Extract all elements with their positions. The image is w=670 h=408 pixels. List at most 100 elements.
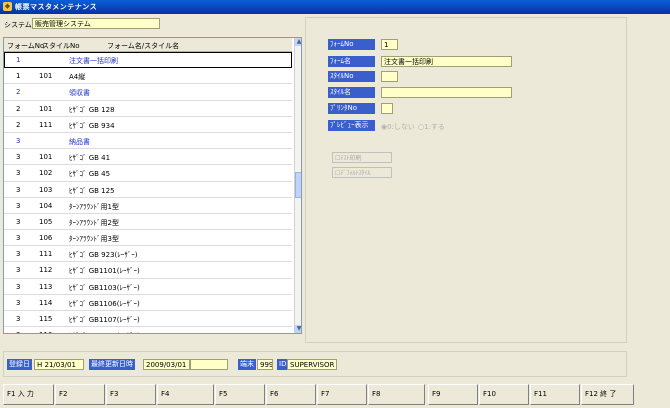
app-icon: ◆ bbox=[3, 2, 12, 11]
title-bar: ◆ 帳票マスタメンテナンス bbox=[0, 0, 670, 14]
fkey-9-button[interactable]: F9 bbox=[428, 384, 478, 405]
id-field: SUPERVISOR bbox=[287, 359, 337, 370]
main-window: ◆ 帳票マスタメンテナンス システム名 販売管理システム フォームNo スタイル… bbox=[0, 0, 670, 408]
style-no-cell: 111 bbox=[39, 120, 53, 129]
form-no-cell: 3 bbox=[16, 298, 21, 307]
col-style-no: スタイルNo bbox=[42, 42, 80, 50]
name-cell: ﾋｻﾞｺﾞ GB1101(ﾚｰｻﾞｰ) bbox=[69, 267, 140, 276]
style-no-cell: 116 bbox=[39, 331, 52, 333]
printer-no-label: ﾌﾟﾘﾝﾀNo bbox=[328, 103, 375, 114]
list-scrollbar[interactable]: ▲ ▼ bbox=[294, 38, 301, 333]
style-no-cell: 115 bbox=[39, 315, 53, 323]
form-no-cell: 2 bbox=[16, 88, 21, 97]
list-item[interactable]: 2 101 ﾋｻﾞｺﾞ GB 128 bbox=[4, 101, 292, 117]
test-print-checkbox[interactable]: ☐ﾃｽﾄ印刷 bbox=[332, 152, 392, 163]
fkey-4-button[interactable]: F4 bbox=[157, 384, 214, 405]
style-name-field[interactable] bbox=[381, 87, 512, 98]
style-no-cell: 101 bbox=[39, 153, 53, 162]
col-name: フォーム名/スタイル名 bbox=[107, 42, 180, 50]
form-name-field[interactable]: 注文書一括印刷 bbox=[381, 56, 512, 67]
fkey-7-button[interactable]: F7 bbox=[317, 384, 367, 405]
fkey-3-button[interactable]: F3 bbox=[106, 384, 156, 405]
style-no-cell: 105 bbox=[39, 217, 53, 226]
printer-no-field[interactable] bbox=[381, 103, 393, 114]
list-item[interactable]: 3 116 ﾋｻﾞｺﾞ GB1108(ﾚｰｻﾞｰ) bbox=[4, 327, 292, 333]
list-item[interactable]: 3 102 ﾋｻﾞｺﾞ GB 45 bbox=[4, 165, 292, 182]
list-item[interactable]: 1 注文書一括印刷 bbox=[4, 52, 292, 69]
function-key-bar: F1 入 力 F2 F3 F4 F5 F6 F7 F8 F9 F10 F11 F12 終 了 bbox=[3, 384, 667, 406]
preview-option-on[interactable]: ○1:する bbox=[418, 122, 445, 132]
name-cell: 納品書 bbox=[69, 137, 90, 146]
style-no-cell: 101 bbox=[39, 72, 53, 81]
scroll-down-icon[interactable]: ▼ bbox=[295, 325, 301, 333]
style-no-cell: 101 bbox=[39, 104, 53, 113]
form-no-cell: 3 bbox=[16, 234, 21, 243]
reg-date-field: H 21/03/01 bbox=[34, 359, 84, 370]
form-no-cell: 3 bbox=[16, 169, 21, 178]
form-no-cell: 3 bbox=[16, 266, 21, 275]
form-no-field[interactable]: 1 bbox=[381, 39, 398, 50]
fkey-8-button[interactable]: F8 bbox=[368, 384, 425, 405]
form-list[interactable]: フォームNo スタイルNo フォーム名/スタイル名 1 注文書一括印刷 1 101 A4… bbox=[3, 37, 302, 334]
list-item[interactable]: 3 111 ﾋｻﾞｺﾞ GB 923(ﾚｰｻﾞｰ) bbox=[4, 246, 292, 263]
form-name-label: ﾌｫｰﾑ名 bbox=[328, 56, 375, 67]
list-item[interactable]: 3 104 ﾀｰﾝｱﾗｳﾝﾄﾞ用1型 bbox=[4, 198, 292, 214]
name-cell: ﾋｻﾞｺﾞ GB 45 bbox=[69, 170, 111, 179]
name-cell: ﾋｻﾞｺﾞ GB 41 bbox=[69, 154, 111, 163]
fkey-2-button[interactable]: F2 bbox=[55, 384, 105, 405]
list-header: フォームNo スタイルNo フォーム名/スタイル名 bbox=[4, 38, 292, 52]
name-cell: A4縦 bbox=[69, 73, 86, 82]
list-item[interactable]: 3 101 ﾋｻﾞｺﾞ GB 41 bbox=[4, 149, 292, 166]
list-item[interactable]: 3 112 ﾋｻﾞｺﾞ GB1101(ﾚｰｻﾞｰ) bbox=[4, 262, 292, 279]
name-cell: ﾋｻﾞｺﾞ GB 934 bbox=[69, 121, 115, 130]
name-cell: ﾋｻﾞｺﾞ GB 125 bbox=[69, 186, 115, 195]
form-no-cell: 3 bbox=[16, 217, 21, 226]
form-no-cell: 3 bbox=[16, 185, 21, 194]
fkey-1-button[interactable]: F1 入 力 bbox=[3, 384, 54, 405]
form-no-cell: 3 bbox=[16, 282, 21, 291]
form-no-cell: 3 bbox=[16, 331, 20, 333]
default-style-checkbox[interactable]: ☐ﾃﾞﾌｫﾙﾄｽﾀｲﾙ bbox=[332, 167, 392, 178]
list-item[interactable]: 3 114 ﾋｻﾞｺﾞ GB1106(ﾚｰｻﾞｰ) bbox=[4, 295, 292, 311]
form-no-cell: 3 bbox=[16, 315, 21, 323]
form-no-cell: 1 bbox=[16, 72, 21, 81]
fkey-12-button[interactable]: F12 終 了 bbox=[581, 384, 634, 405]
scroll-up-icon[interactable]: ▲ bbox=[295, 38, 301, 46]
form-no-cell: 3 bbox=[16, 153, 21, 162]
default-style-label: ﾃﾞﾌｫﾙﾄｽﾀｲﾙ bbox=[340, 170, 371, 177]
fkey-5-button[interactable]: F5 bbox=[215, 384, 265, 405]
name-cell: ﾀｰﾝｱﾗｳﾝﾄﾞ用2型 bbox=[69, 218, 119, 227]
form-no-cell: 2 bbox=[16, 104, 21, 113]
list-item[interactable]: 3 103 ﾋｻﾞｺﾞ GB 125 bbox=[4, 182, 292, 198]
list-item[interactable]: 3 106 ﾀｰﾝｱﾗｳﾝﾄﾞ用3型 bbox=[4, 230, 292, 247]
list-item[interactable]: 2 111 ﾋｻﾞｺﾞ GB 934 bbox=[4, 117, 292, 133]
style-no-cell: 103 bbox=[39, 185, 53, 194]
test-print-label: ﾃｽﾄ印刷 bbox=[340, 155, 362, 162]
name-cell: ﾋｻﾞｺﾞ GB1108(ﾚｰｻﾞｰ) bbox=[69, 331, 140, 333]
terminal-field: 999 bbox=[257, 359, 273, 370]
style-no-cell: 111 bbox=[39, 250, 53, 259]
scroll-thumb[interactable] bbox=[295, 172, 301, 198]
reg-date-label: 登録日 bbox=[7, 359, 32, 370]
style-no-cell: 112 bbox=[39, 266, 53, 275]
style-no-cell: 106 bbox=[39, 234, 53, 243]
list-item[interactable]: 3 115 ﾋｻﾞｺﾞ GB1107(ﾚｰｻﾞｰ) bbox=[4, 311, 292, 328]
form-no-cell: 3 bbox=[16, 250, 21, 259]
form-no-cell: 3 bbox=[16, 136, 21, 145]
system-name-field[interactable]: 販売管理システム bbox=[32, 18, 160, 29]
style-no-cell: 102 bbox=[39, 169, 53, 178]
preview-option-off[interactable]: ◉0:しない bbox=[381, 122, 415, 132]
fkey-11-button[interactable]: F11 bbox=[530, 384, 580, 405]
form-no-label: ﾌｫｰﾑNo bbox=[328, 39, 375, 50]
form-no-cell: 3 bbox=[16, 201, 21, 210]
list-item[interactable]: 3 113 ﾋｻﾞｺﾞ GB1103(ﾚｰｻﾞｰ) bbox=[4, 279, 292, 295]
name-cell: ﾀｰﾝｱﾗｳﾝﾄﾞ用3型 bbox=[69, 235, 119, 244]
list-item[interactable]: 3 納品書 bbox=[4, 133, 292, 150]
list-item[interactable]: 2 領収書 bbox=[4, 84, 292, 101]
fkey-6-button[interactable]: F6 bbox=[266, 384, 316, 405]
name-cell: 領収書 bbox=[69, 89, 90, 98]
list-item[interactable]: 3 105 ﾀｰﾝｱﾗｳﾝﾄﾞ用2型 bbox=[4, 214, 292, 231]
fkey-10-button[interactable]: F10 bbox=[479, 384, 529, 405]
list-item[interactable]: 1 101 A4縦 bbox=[4, 68, 292, 85]
style-no-field[interactable] bbox=[381, 71, 398, 82]
